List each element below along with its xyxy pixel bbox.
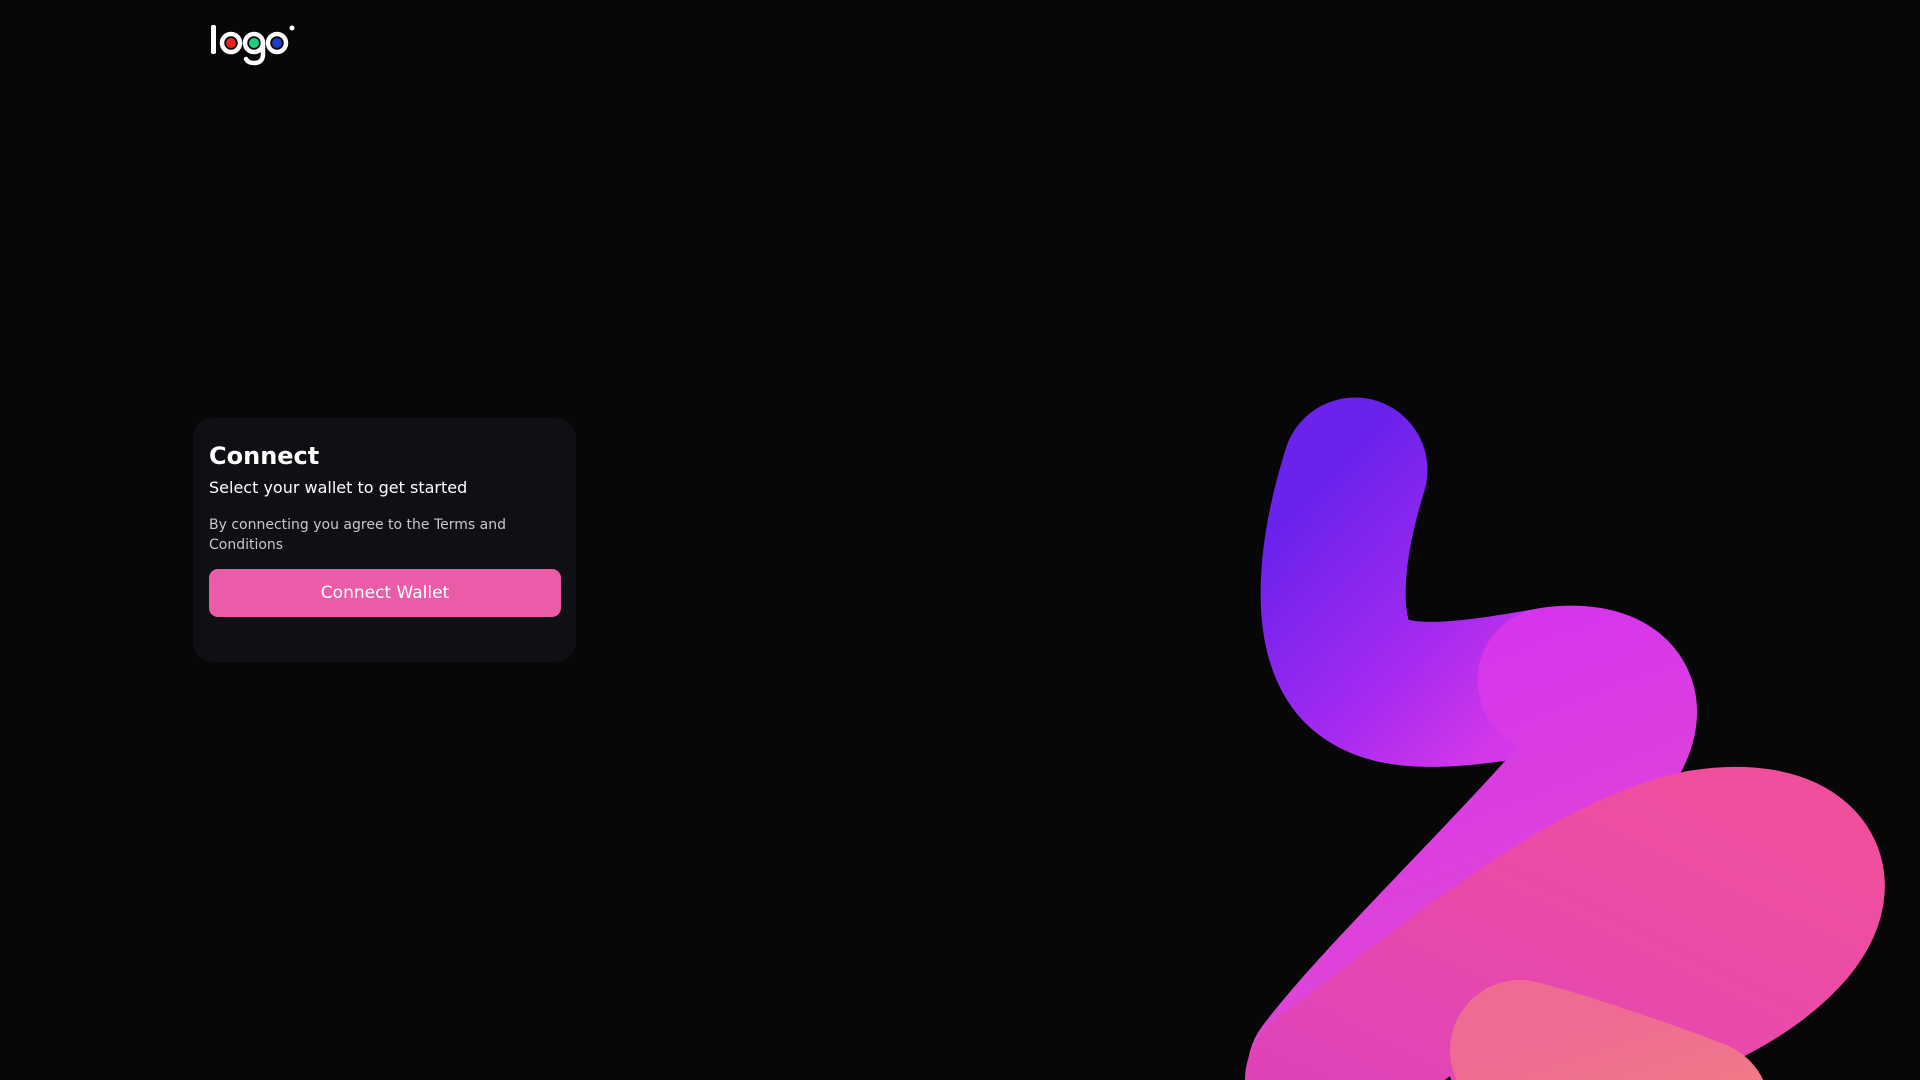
connect-card: Connect Select your wallet to get starte…	[193, 418, 576, 662]
connect-wallet-button[interactable]: Connect Wallet	[209, 569, 561, 617]
terms-text: By connecting you agree to the Terms and…	[209, 517, 506, 553]
connect-page: Connect Select your wallet to get starte…	[0, 0, 1920, 1080]
card-title: Connect	[209, 442, 320, 470]
decorative-ribbon-graphic	[1245, 397, 1885, 1080]
brand-logo[interactable]	[208, 18, 298, 68]
card-subtitle: Select your wallet to get started	[209, 478, 468, 497]
